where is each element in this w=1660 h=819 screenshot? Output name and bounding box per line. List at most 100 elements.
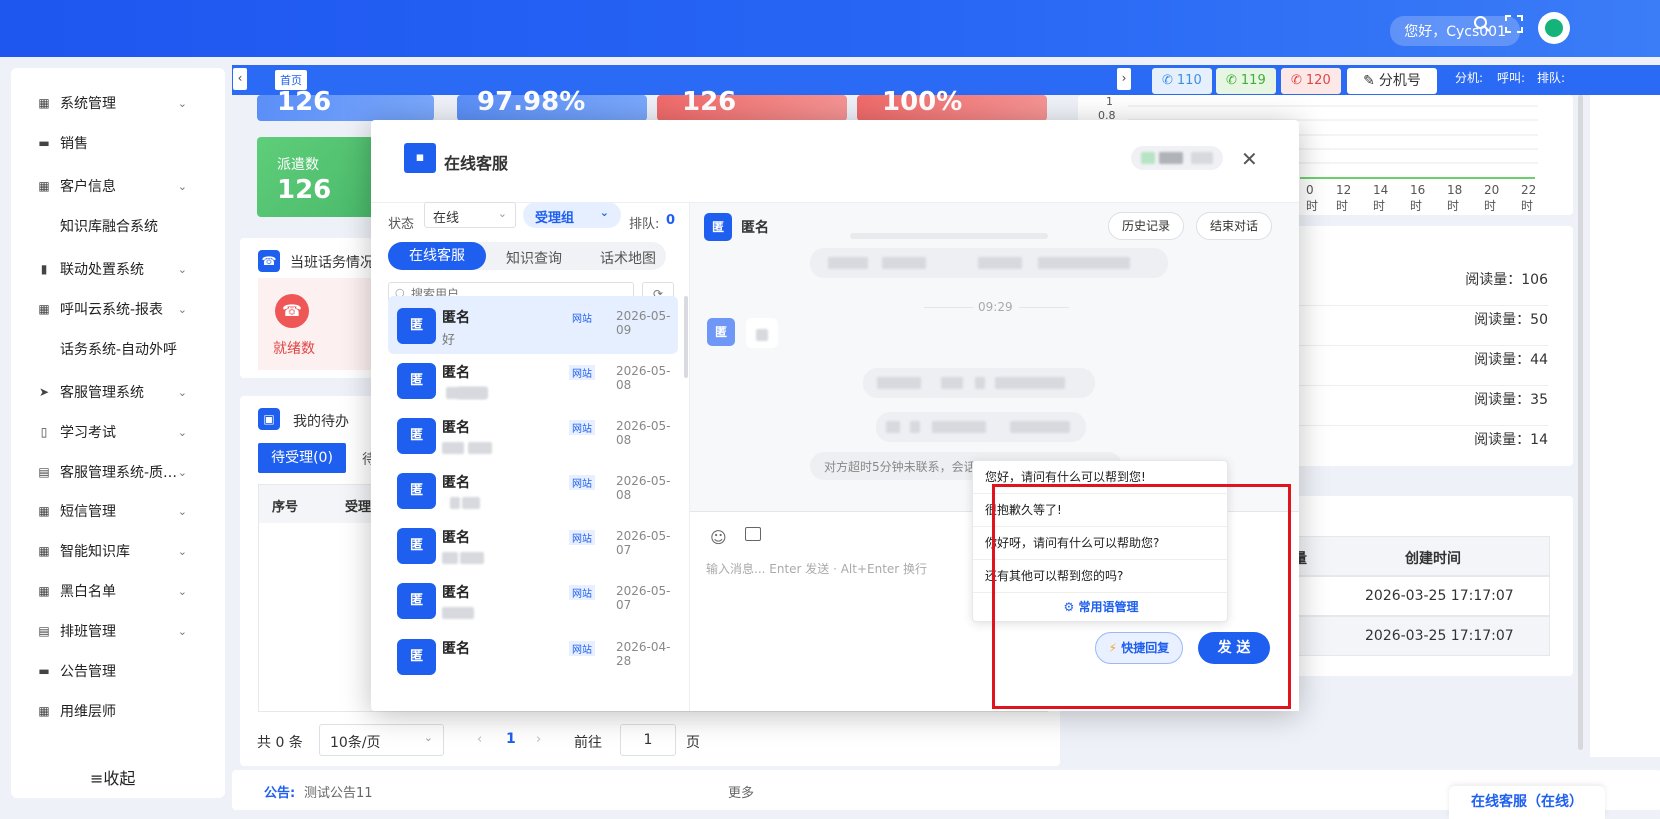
message-bubble [876,412,1086,442]
extension-label: 分机号 [1378,73,1421,89]
sidebar-item[interactable]: 知识库融合系统 [11,206,225,246]
page-number[interactable]: 1 [506,731,516,747]
avatar[interactable] [1538,12,1570,44]
ext-label: 分机: [1455,71,1484,85]
sidebar-item[interactable]: ▤ 排班管理 ⌄ [11,611,225,651]
chevron-down-icon: ⌄ [177,96,187,110]
sidebar-item-label: 系统管理 [60,96,116,112]
conversation-item[interactable]: 匿匿名 网站 2026-05-07 [388,571,678,629]
sidebar-item[interactable]: ▮ 联动处置系统 ⌄ [11,249,225,289]
sidebar-item[interactable]: ▦ 系统管理 ⌄ [11,83,225,123]
column-header: 序号 [272,500,299,515]
conversation-item[interactable]: 匿匿名 网站 2026-05-09 好 [388,296,678,354]
scrollbar[interactable] [1578,95,1583,750]
emoji-icon[interactable]: ☺ [710,528,727,547]
queue-label: 排队: [1537,71,1566,85]
tab-online-service[interactable]: 在线客服 [388,242,486,270]
list-scrollbar[interactable] [684,296,688,378]
agent-status-pill[interactable] [1131,146,1223,170]
message-bubble [863,368,1095,398]
tab-knowledge[interactable]: 知识查询 [506,248,562,268]
queue-label: 排队: [629,217,660,232]
online-service-badge[interactable]: 在线客服（在线） [1449,786,1605,819]
x-tick: 22时 [1521,183,1537,213]
page-suffix: 页 [686,735,700,751]
clapper-icon: ▬ [38,664,50,678]
sidebar-item-label: 用维层师 [60,704,116,720]
chevron-right-icon[interactable]: › [1117,68,1131,90]
greeting[interactable]: 您好，Cycs001 [1390,16,1520,46]
prev-page-icon[interactable]: ‹ [477,732,482,747]
next-page-icon[interactable]: › [536,732,541,747]
phone-ring-icon: ☎ [275,294,309,328]
conversation-date: 2026-04-28 [616,640,671,668]
group-select[interactable]: 受理组 ⌄ [523,202,621,228]
sidebar-item[interactable]: ▬ 销售 [11,123,225,163]
sidebar-item[interactable]: ▦ 短信管理 ⌄ [11,491,225,531]
goto-input[interactable]: 1 [620,724,676,756]
source-badge: 网站 [569,310,595,325]
tab-script-map[interactable]: 话术地图 [600,248,656,268]
chevron-down-icon: ⌄ [177,584,187,598]
conversation-item[interactable]: 匿匿名 网站 2026-04-28 [388,627,678,685]
conversation-item[interactable]: 匿匿名 网站 2026-05-08 [388,461,678,519]
conversation-name: 匿名 [442,585,470,601]
search-icon[interactable] [1473,15,1491,38]
sidebar-item[interactable]: ▯ 学习考试 ⌄ [11,412,225,452]
stat-card: 126 [657,87,847,121]
conversation-item[interactable]: 匿匿名 网站 2026-05-08 [388,351,678,409]
extension-button[interactable]: ✎ 分机号 [1347,68,1437,94]
sidebar-item[interactable]: ▤ 客服管理系统-质… ⌄ [11,452,225,492]
sidebar-item[interactable]: ➤ 客服管理系统 ⌄ [11,372,225,412]
send-icon: ➤ [38,385,50,399]
more-link[interactable]: 更多 [728,782,754,801]
conversation-date: 2026-05-08 [616,419,671,447]
source-badge: 网站 [569,475,595,490]
stat-value: 97.98% [477,87,586,117]
source-badge: 网站 [569,641,595,656]
pagination-total: 共 0 条 [257,735,303,751]
sidebar-item-label: 公告管理 [60,664,116,680]
x-axis-ticks: 0时 12时 14时 16时 18时 20时 22时 [1306,183,1546,214]
conversation-item[interactable]: 匿匿名 网站 2026-05-08 [388,406,678,464]
image-icon[interactable] [745,527,761,541]
tab-pending[interactable]: 待受理(0) [258,443,346,473]
page-size-select[interactable]: 10条/页 ⌄ [319,724,444,756]
history-button[interactable]: 历史记录 [1108,212,1184,240]
phone-120-button[interactable]: ✆ 120 [1281,68,1341,94]
sidebar-item[interactable]: ▦ 智能知识库 ⌄ [11,531,225,571]
sidebar-item-label: 客户信息 [60,179,116,195]
collapse-button[interactable]: ≡收起 [90,765,135,789]
sidebar-item[interactable]: 话务系统-自动外呼 [11,329,225,369]
sidebar-item[interactable]: ▦ 客户信息 ⌄ [11,166,225,206]
phone-label: 119 [1240,73,1266,88]
phone-110-button[interactable]: ✆ 110 [1152,68,1212,94]
grid-icon: ▦ [38,96,50,110]
sidebar-item-label: 短信管理 [60,504,116,520]
sidebar-item[interactable]: ▦ 呼叫云系统-报表 ⌄ [11,289,225,329]
close-icon[interactable]: ✕ [1241,147,1258,171]
chevron-down-icon: ⌄ [177,262,187,276]
chat-bubble-icon: ▪ [404,143,436,173]
chevron-down-icon: ⌄ [177,179,187,193]
message-input[interactable]: 输入消息... Enter 发送 · Alt+Enter 换行 [706,560,927,577]
sidebar-item-label: 呼叫云系统-报表 [60,302,164,318]
phone-119-button[interactable]: ✆ 119 [1216,68,1276,94]
sidebar-item-label: 黑白名单 [60,584,116,600]
phone-label: 120 [1305,73,1331,88]
status-select[interactable]: 在线 ⌄ [424,202,516,228]
chevron-left-icon[interactable]: ‹ [233,68,247,90]
notice-bar: 公告: 测试公告11 更多 [232,770,1660,810]
sidebar-item[interactable]: ▬ 公告管理 [11,651,225,691]
sidebar-item[interactable]: ▦ 黑白名单 ⌄ [11,571,225,611]
end-chat-button[interactable]: 结束对话 [1196,212,1272,240]
status-label: 状态 [388,217,415,232]
stat-value: 100% [882,87,963,117]
highlight-box [992,484,1291,709]
dispatch-value: 126 [277,175,332,205]
fullscreen-icon[interactable] [1505,15,1523,38]
notice-text[interactable]: 测试公告11 [304,782,373,801]
conversation-item[interactable]: 匿匿名 网站 2026-05-07 [388,516,678,574]
table-icon: ▤ [38,624,50,638]
sidebar-item[interactable]: ▦ 用维层师 [11,691,225,731]
